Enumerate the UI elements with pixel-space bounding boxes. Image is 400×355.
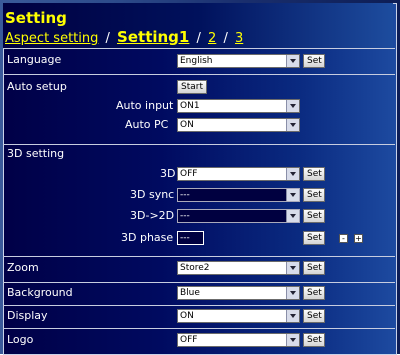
row-language: Language English Set	[3, 48, 395, 71]
auto-setup-label: Auto setup	[7, 80, 67, 93]
row-auto-setup: Auto setup Start Auto input ON1 Auto PC …	[3, 74, 395, 141]
auto-pc-value: ON	[180, 120, 194, 130]
chevron-down-icon	[286, 287, 299, 299]
setting1-current: Setting1	[117, 28, 190, 46]
chevron-down-icon	[286, 262, 299, 274]
language-set-button[interactable]: Set	[303, 54, 325, 68]
display-select[interactable]: ON	[177, 309, 300, 323]
row-3d-setting: 3D setting 3D OFF Set 3D sync --- Set 3D…	[3, 144, 395, 253]
language-value: English	[180, 56, 213, 66]
background-value: Blue	[180, 288, 200, 298]
background-select[interactable]: Blue	[177, 286, 300, 300]
3d-setting-label: 3D setting	[7, 147, 65, 160]
language-select[interactable]: English	[177, 54, 300, 68]
row-zoom: Zoom Store2 Set	[3, 256, 395, 279]
auto-input-select[interactable]: ON1	[177, 99, 300, 113]
3d-phase-set-button[interactable]: Set	[303, 231, 325, 245]
row-logo: Logo OFF Set	[3, 328, 395, 351]
display-value: ON	[180, 311, 194, 321]
display-label: Display	[7, 309, 48, 322]
chevron-down-icon	[286, 100, 299, 112]
chevron-down-icon	[286, 55, 299, 67]
3d-set-button[interactable]: Set	[303, 167, 325, 181]
zoom-set-button[interactable]: Set	[303, 261, 325, 275]
3d-select[interactable]: OFF	[177, 167, 300, 181]
logo-select[interactable]: OFF	[177, 333, 300, 347]
3d-sync-select[interactable]: ---	[177, 188, 300, 202]
zoom-select[interactable]: Store2	[177, 261, 300, 275]
page-2-link[interactable]: 2	[208, 31, 216, 46]
3d-phase-increase-button[interactable]: +	[354, 234, 363, 243]
background-set-button[interactable]: Set	[303, 286, 325, 300]
auto-pc-select[interactable]: ON	[177, 118, 300, 132]
chevron-down-icon	[286, 310, 299, 322]
auto-setup-start-button[interactable]: Start	[177, 80, 207, 94]
3d-phase-field[interactable]: ---	[177, 231, 204, 245]
row-display: Display ON Set	[3, 305, 395, 328]
3d-value: OFF	[180, 169, 198, 179]
row-background: Background Blue Set	[3, 282, 395, 305]
3d-to-2d-set-button[interactable]: Set	[303, 209, 325, 223]
page-title: Setting	[5, 9, 67, 27]
background-label: Background	[7, 286, 73, 299]
chevron-down-icon	[286, 334, 299, 346]
3d-to-2d-label: 3D->2D	[130, 209, 175, 222]
3d-phase-label: 3D phase	[121, 231, 174, 244]
language-label: Language	[7, 53, 62, 66]
3d-phase-decrease-button[interactable]: -	[339, 234, 348, 243]
3d-label: 3D	[160, 167, 176, 180]
zoom-label: Zoom	[7, 261, 39, 274]
chevron-down-icon	[286, 210, 299, 222]
chevron-down-icon	[286, 189, 299, 201]
display-set-button[interactable]: Set	[303, 309, 325, 323]
auto-pc-label: Auto PC	[125, 118, 169, 131]
zoom-value: Store2	[180, 263, 210, 273]
aspect-setting-link[interactable]: Aspect setting	[5, 31, 98, 46]
nav-separator: /	[196, 31, 201, 46]
3d-to-2d-select[interactable]: ---	[177, 209, 300, 223]
3d-sync-set-button[interactable]: Set	[303, 188, 325, 202]
auto-input-value: ON1	[180, 101, 200, 111]
logo-label: Logo	[7, 333, 34, 346]
chevron-down-icon	[286, 168, 299, 180]
auto-input-label: Auto input	[116, 99, 174, 112]
header: Setting Aspect setting / Setting1 / 2 / …	[3, 3, 393, 48]
logo-value: OFF	[180, 335, 198, 345]
page-3-link[interactable]: 3	[235, 31, 243, 46]
breadcrumb: Aspect setting / Setting1 / 2 / 3	[5, 28, 243, 46]
nav-separator: /	[223, 31, 228, 46]
logo-set-button[interactable]: Set	[303, 333, 325, 347]
3d-sync-label: 3D sync	[130, 188, 175, 201]
3d-sync-value: ---	[180, 190, 190, 200]
3d-to-2d-value: ---	[180, 211, 190, 221]
nav-separator: /	[105, 31, 110, 46]
chevron-down-icon	[286, 119, 299, 131]
